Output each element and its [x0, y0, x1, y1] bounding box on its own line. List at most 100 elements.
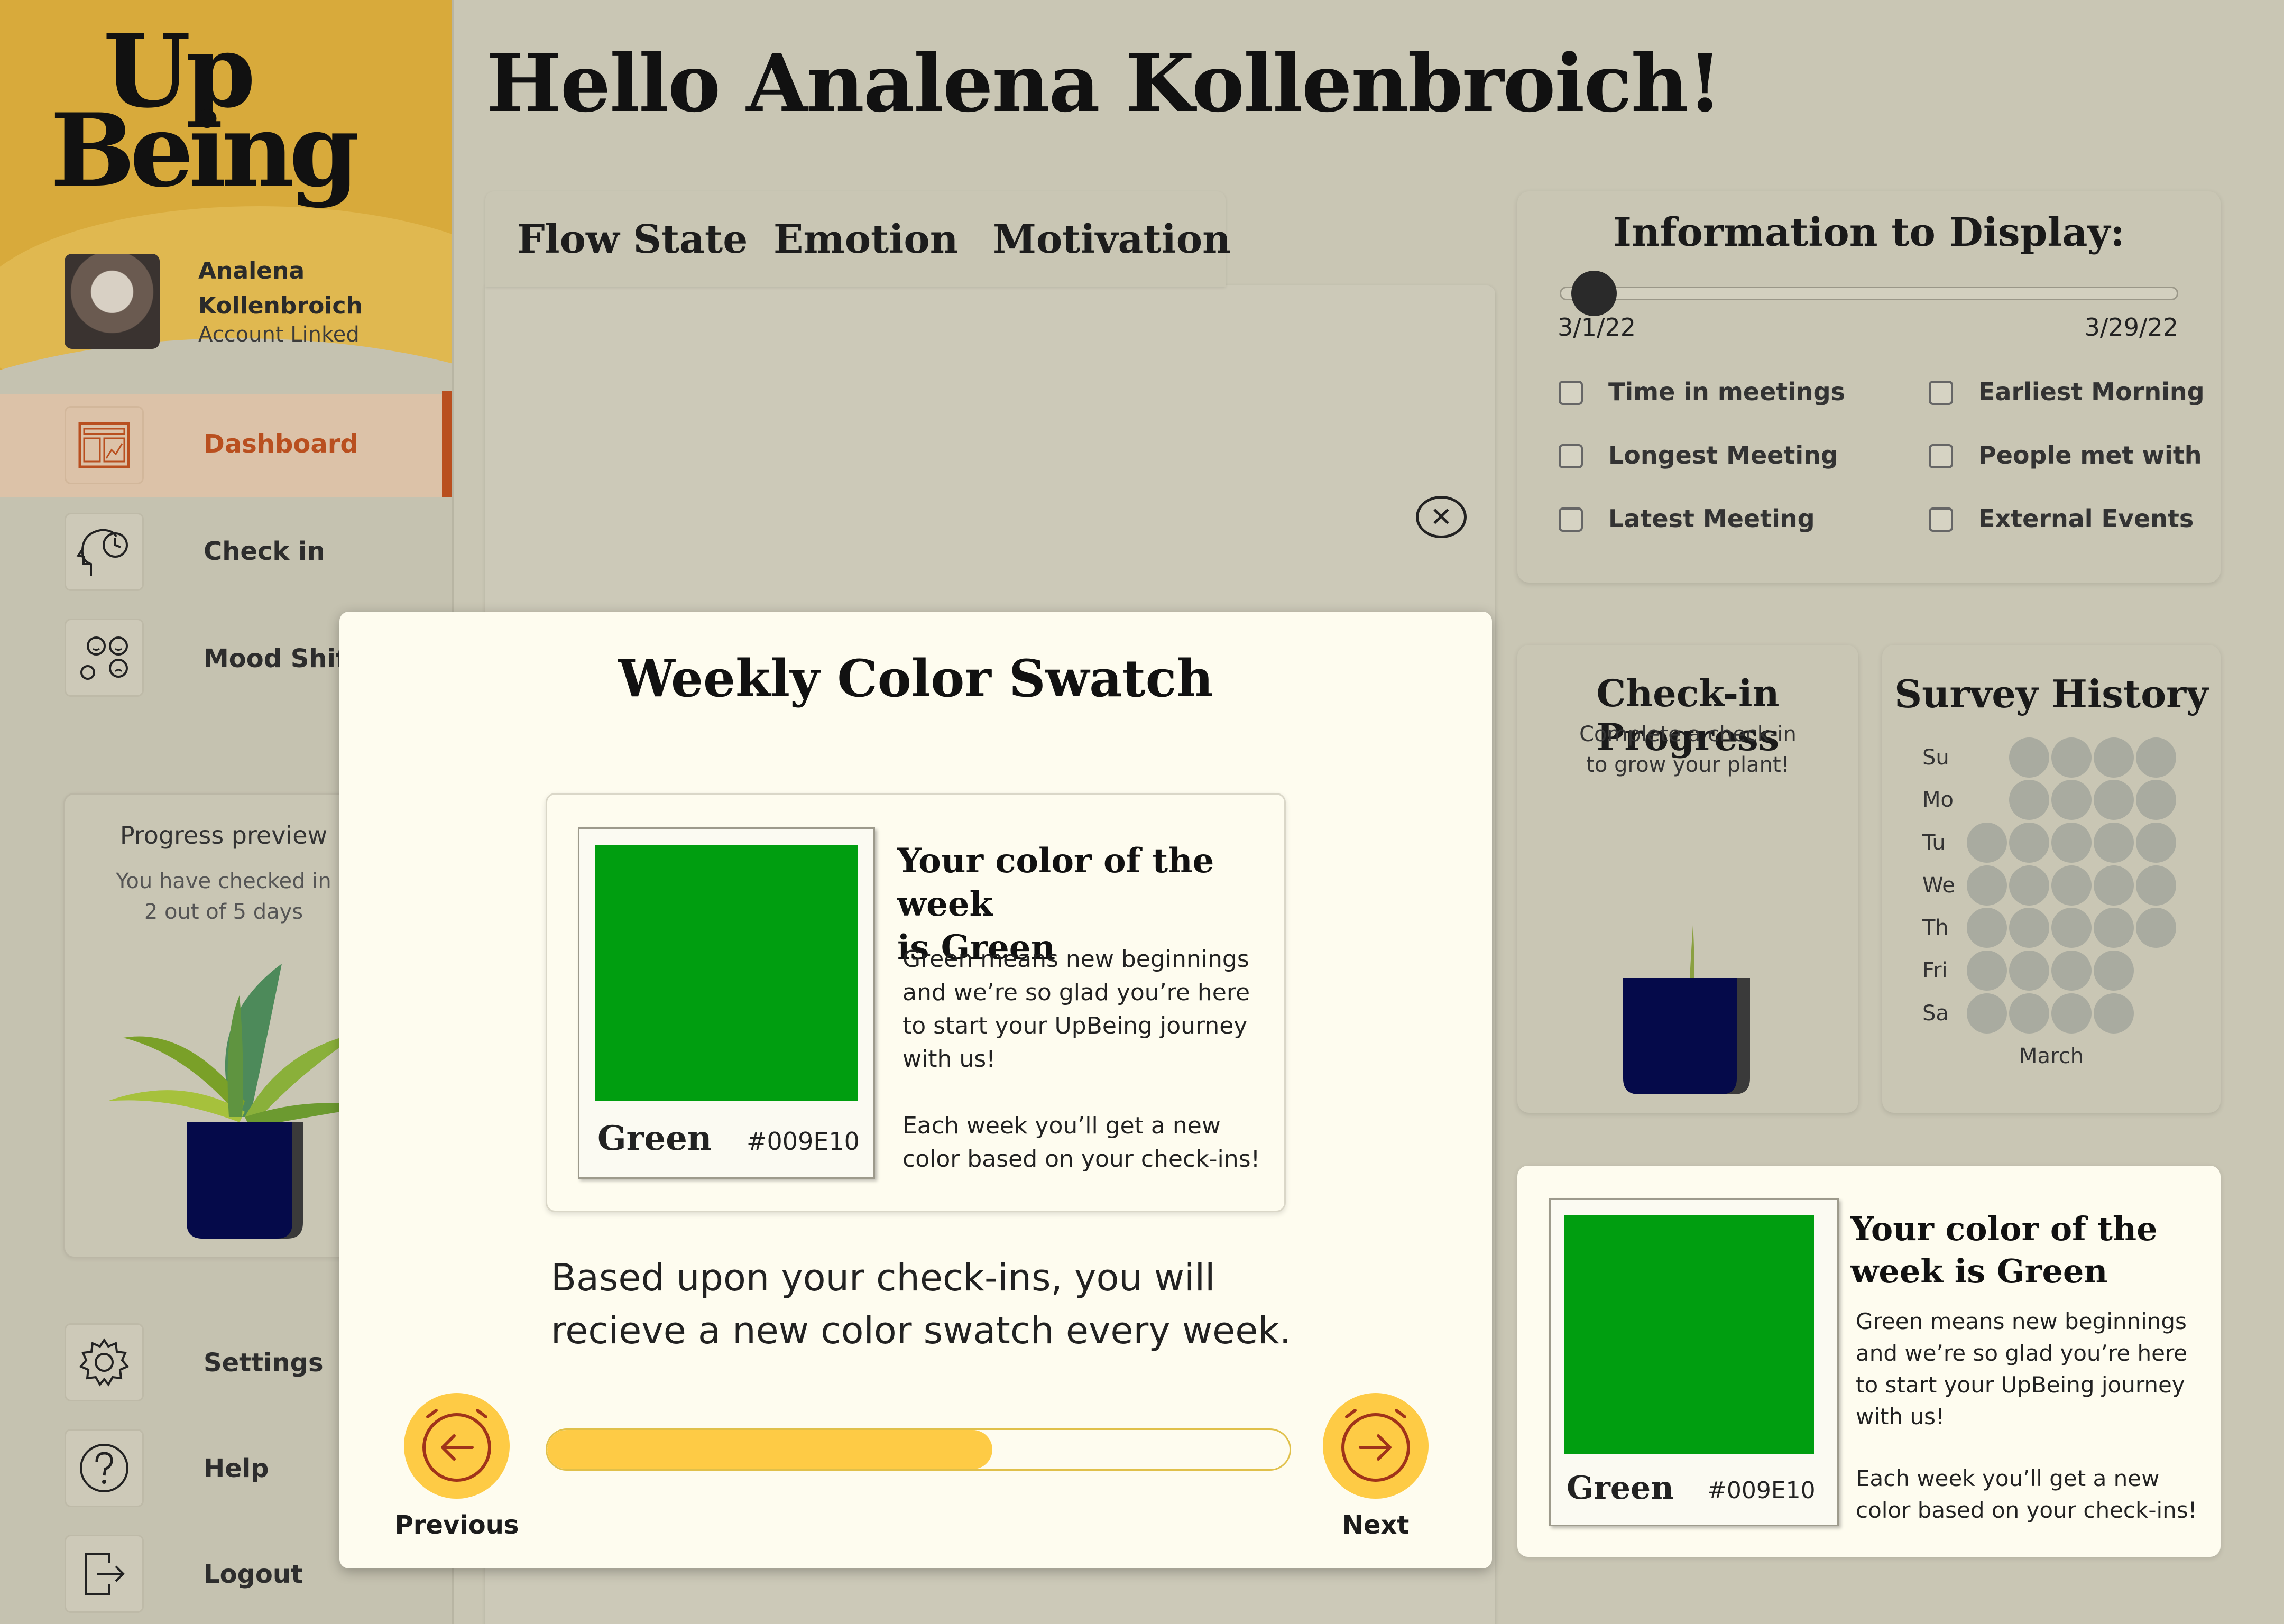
subtitle-line: Complete a check-in — [1579, 722, 1797, 746]
survey-day-dot[interactable] — [2009, 908, 2049, 948]
note-line: Each week you’ll get a new — [902, 1112, 1221, 1139]
mood-shift-icon[interactable] — [65, 619, 144, 697]
survey-day-dot[interactable] — [2094, 737, 2134, 778]
sidebar-wave-decoration — [0, 338, 452, 656]
survey-day-dot[interactable] — [2009, 865, 2049, 906]
previous-button[interactable] — [404, 1393, 510, 1499]
check-in-head-icon[interactable] — [65, 513, 144, 591]
survey-day-dot[interactable] — [1967, 908, 2007, 948]
survey-day-dot[interactable] — [2136, 908, 2176, 948]
survey-day-dot[interactable] — [2051, 993, 2092, 1034]
checkin-progress-subtitle: Complete a check-in to grow your plant! — [1517, 719, 1858, 780]
nav-mood-shift[interactable]: Mood Shift — [204, 644, 359, 673]
logo-text-being: Being — [50, 91, 360, 209]
settings-gear-icon[interactable] — [65, 1323, 144, 1401]
nav-settings[interactable]: Settings — [204, 1348, 324, 1378]
weekday-label: Su — [1922, 745, 1949, 770]
previous-label[interactable]: Previous — [377, 1510, 536, 1540]
description-line: recieve a new color swatch every week. — [551, 1309, 1292, 1352]
survey-day-dot[interactable] — [2009, 780, 2049, 820]
description-line: Green means new beginnings — [1856, 1308, 2187, 1334]
heading-line: Your color of the week — [897, 841, 1214, 924]
account-status: Account Linked — [198, 322, 360, 347]
nav-help[interactable]: Help — [204, 1454, 269, 1483]
survey-day-dot[interactable] — [2094, 951, 2134, 991]
progress-preview-line: 2 out of 5 days — [144, 900, 303, 924]
weekly-color-swatch-modal: Weekly Color Swatch Green #009E10 Your c… — [339, 612, 1492, 1568]
date-range-slider[interactable] — [1560, 287, 2178, 300]
nav-logout[interactable]: Logout — [204, 1560, 303, 1589]
survey-day-dot[interactable] — [1967, 865, 2007, 906]
color-week-heading: Your color of the week is Green — [1850, 1208, 2158, 1293]
start-date-label: 3/1/22 — [1558, 313, 1636, 342]
checkbox-time-in-meetings[interactable] — [1559, 381, 1583, 405]
user-name: Analena Kollenbroich — [198, 257, 363, 319]
logout-icon[interactable] — [65, 1535, 144, 1613]
description-line: to start your UpBeing journey — [1856, 1372, 2185, 1398]
survey-day-dot[interactable] — [2051, 780, 2092, 820]
survey-day-dot[interactable] — [1967, 993, 2007, 1034]
note-line: Each week you’ll get a new — [1856, 1465, 2160, 1491]
survey-day-dot[interactable] — [2051, 823, 2092, 863]
next-arrow-icon — [1341, 1409, 1410, 1482]
option-label: Latest Meeting — [1608, 504, 1815, 533]
checkbox-earliest-morning[interactable] — [1929, 381, 1953, 405]
survey-day-dot[interactable] — [2051, 951, 2092, 991]
checkbox-people-met-with[interactable] — [1929, 444, 1953, 468]
survey-day-dot[interactable] — [2009, 951, 2049, 991]
survey-day-dot[interactable] — [2094, 865, 2134, 906]
close-icon[interactable]: ✕ — [1416, 496, 1467, 538]
modal-title: Weekly Color Swatch — [618, 649, 1214, 708]
survey-day-dot[interactable] — [2051, 865, 2092, 906]
survey-day-dot[interactable] — [2009, 993, 2049, 1034]
survey-day-dot[interactable] — [1967, 951, 2007, 991]
survey-day-dot[interactable] — [2136, 865, 2176, 906]
survey-day-dot[interactable] — [2094, 993, 2134, 1034]
weekday-label: Th — [1922, 916, 1949, 940]
dashboard-icon[interactable] — [65, 406, 144, 484]
checkbox-longest-meeting[interactable] — [1559, 444, 1583, 468]
swatch-color-fill — [595, 845, 858, 1101]
color-swatch: Green #009E10 — [1549, 1198, 1839, 1526]
next-label[interactable]: Next — [1296, 1510, 1455, 1540]
progress-fill — [547, 1430, 993, 1469]
option-label: Earliest Morning — [1978, 377, 2205, 406]
survey-day-dot[interactable] — [1967, 823, 2007, 863]
survey-day-dot[interactable] — [2051, 737, 2092, 778]
subtitle-line: to grow your plant! — [1586, 753, 1790, 777]
checkbox-external-events[interactable] — [1929, 508, 1953, 532]
tab-motivation[interactable]: Motivation — [993, 217, 1231, 262]
survey-day-dot[interactable] — [2051, 908, 2092, 948]
survey-history-card: Survey History Su Mo Tu We Th Fri Sa Mar… — [1882, 645, 2221, 1113]
tab-emotion[interactable]: Emotion — [773, 217, 959, 262]
description-line: with us! — [1856, 1404, 1945, 1429]
tab-flow-state[interactable]: Flow State — [517, 217, 748, 262]
survey-day-dot[interactable] — [2094, 823, 2134, 863]
slider-handle[interactable] — [1571, 271, 1617, 316]
heading-line: Your color of the — [1850, 1210, 2158, 1248]
nav-dashboard[interactable]: Dashboard — [204, 429, 358, 459]
survey-day-dot[interactable] — [2136, 737, 2176, 778]
nav-active-indicator — [442, 391, 452, 497]
description-line: and we’re so glad you’re here — [1856, 1340, 2188, 1366]
avatar[interactable] — [65, 254, 160, 349]
color-swatch: Green #009E10 — [578, 827, 875, 1179]
description-line: Green means new beginnings — [902, 946, 1249, 973]
survey-history-title: Survey History — [1894, 671, 2208, 716]
next-button[interactable] — [1323, 1393, 1429, 1499]
checkbox-latest-meeting[interactable] — [1559, 508, 1583, 532]
survey-day-dot[interactable] — [2009, 737, 2049, 778]
swatch-color-hex: #009E10 — [1707, 1477, 1816, 1504]
sprout-pot-illustration — [1623, 925, 1750, 1094]
upbeing-logo[interactable]: Up Being — [50, 21, 360, 201]
swatch-color-hex: #009E10 — [747, 1127, 860, 1156]
nav-check-in[interactable]: Check in — [204, 537, 325, 566]
survey-day-dot[interactable] — [2094, 780, 2134, 820]
survey-day-dot[interactable] — [2136, 823, 2176, 863]
help-question-icon[interactable] — [65, 1429, 144, 1507]
note-line: color based on your check-ins! — [1856, 1497, 2197, 1523]
survey-day-dot[interactable] — [2094, 908, 2134, 948]
survey-day-dot[interactable] — [2136, 780, 2176, 820]
survey-day-dot[interactable] — [2009, 823, 2049, 863]
weekday-label: Sa — [1922, 1001, 1949, 1026]
